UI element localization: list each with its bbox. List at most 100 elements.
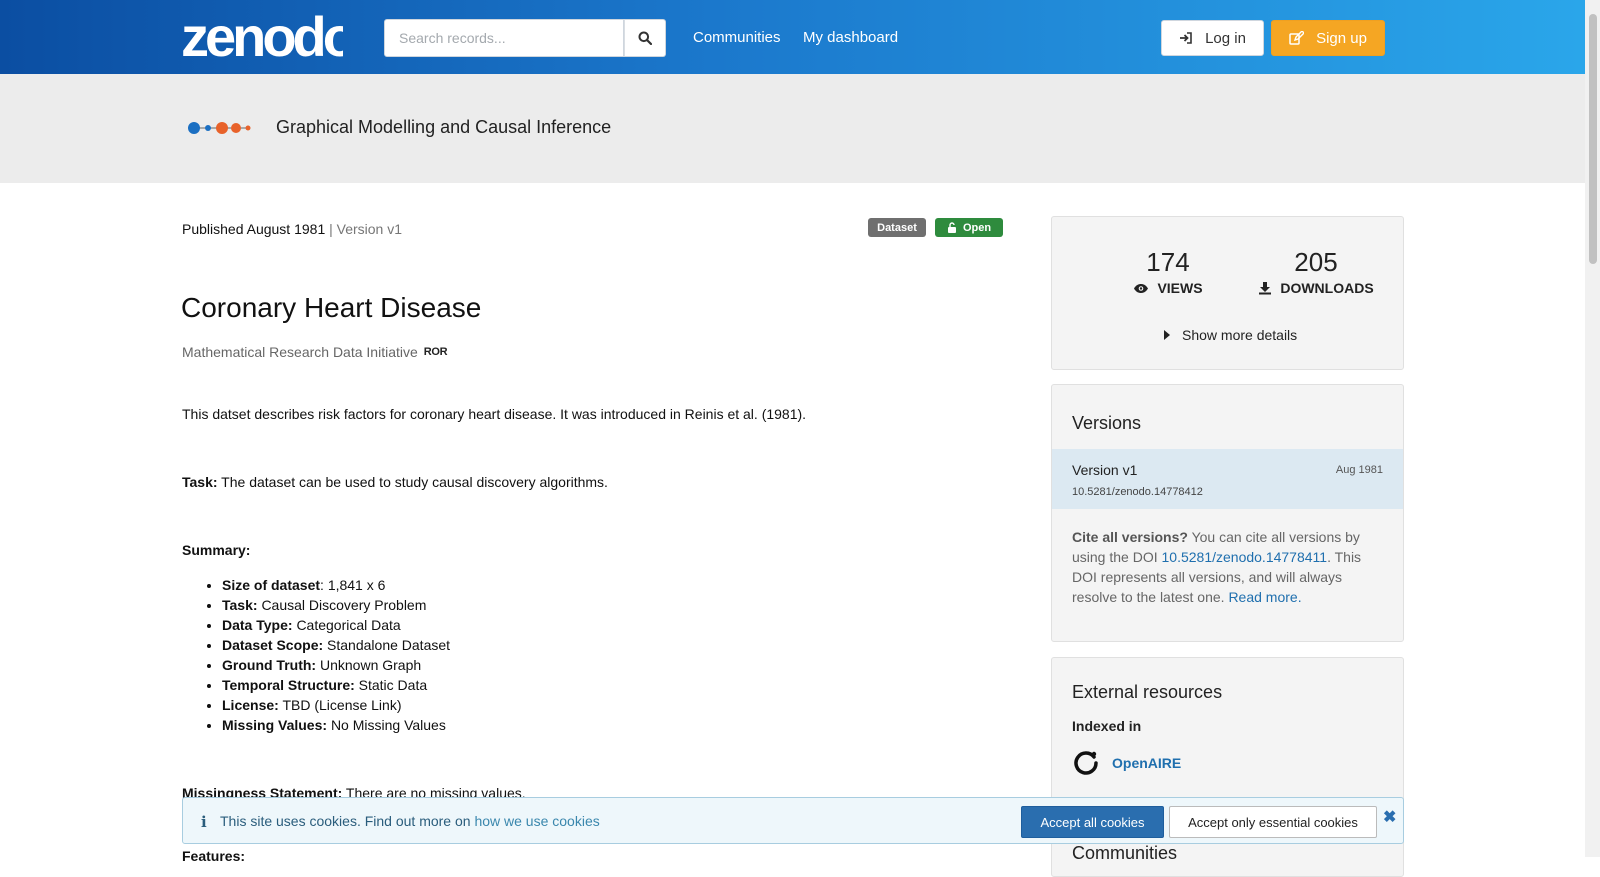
creator[interactable]: Mathematical Research Data Initiative RO… <box>182 344 448 360</box>
versions-heading: Versions <box>1072 413 1142 433</box>
creator-name: Mathematical Research Data Initiative <box>182 344 418 360</box>
unlock-icon <box>947 222 956 233</box>
summary-heading: Summary: <box>182 542 251 558</box>
search-icon <box>638 31 652 45</box>
resource-type-badge: Dataset <box>868 218 926 237</box>
record-title: Coronary Heart Disease <box>181 292 482 323</box>
list-item: Size of dataset: 1,841 x 6 <box>222 575 450 595</box>
accept-essential-cookies-button[interactable]: Accept only essential cookies <box>1169 806 1377 838</box>
edit-icon <box>1289 31 1305 45</box>
openaire-icon <box>1074 751 1098 775</box>
openaire-label: OpenAIRE <box>1112 755 1182 771</box>
scrollbar-thumb[interactable] <box>1589 14 1597 264</box>
access-badge: Open <box>935 218 1003 237</box>
eye-icon <box>1134 283 1149 293</box>
views-label: VIEWS <box>1157 280 1203 296</box>
summary-value: Causal Discovery Problem <box>261 597 427 613</box>
login-button[interactable]: Log in <box>1161 20 1264 56</box>
summary-value: TBD (License Link) <box>282 697 402 713</box>
record-description: This datset describes risk factors for c… <box>182 406 807 422</box>
list-item: License: TBD (License Link) <box>222 695 450 715</box>
version-date: Aug 1981 <box>1335 464 1383 476</box>
show-more-details-toggle[interactable]: Show more details <box>1164 327 1297 343</box>
openaire-link[interactable]: OpenAIRE <box>1072 749 1181 777</box>
close-icon[interactable]: ✖ <box>1383 807 1396 827</box>
task-text: The dataset can be used to study causal … <box>217 474 608 490</box>
community-title[interactable]: Graphical Modelling and Causal Inference <box>276 117 611 138</box>
zenodo-logo[interactable]: zenodo <box>181 6 343 62</box>
version-doi: 10.5281/zenodo.14778412 <box>1072 486 1203 498</box>
concept-doi-link[interactable]: 10.5281/zenodo.14778411 <box>1162 549 1328 565</box>
indexed-in-heading: Indexed in <box>1072 718 1142 734</box>
list-item: Task: Causal Discovery Problem <box>222 595 450 615</box>
community-logo[interactable] <box>186 118 254 138</box>
summary-value: Standalone Dataset <box>327 637 451 653</box>
summary-label: Missing Values: <box>222 717 328 733</box>
download-icon <box>1259 282 1272 295</box>
access-label: Open <box>962 221 992 234</box>
summary-label: License: <box>222 697 279 713</box>
version-name[interactable]: Version v1 <box>1072 462 1137 478</box>
show-more-details-label: Show more details <box>1182 327 1298 343</box>
sign-in-icon <box>1180 32 1192 44</box>
resource-type-label: Dataset <box>877 221 917 234</box>
search-bar <box>384 19 666 57</box>
caret-right-icon <box>1164 330 1170 340</box>
downloads-stat: 205 DOWNLOADS <box>1246 247 1386 296</box>
accept-all-cookies-button[interactable]: Accept all cookies <box>1021 806 1164 838</box>
views-label-row: VIEWS <box>1108 280 1228 296</box>
task-heading: Task: <box>182 474 218 490</box>
publication-info: Published August 1981 | Version v1 <box>182 221 402 237</box>
login-label: Log in <box>1205 29 1246 47</box>
summary-value: Static Data <box>358 677 428 693</box>
cookie-policy-link[interactable]: how we use cookies <box>474 813 599 829</box>
cookie-banner: i This site uses cookies. Find out more … <box>182 797 1404 844</box>
logo-text: zenodo <box>181 6 343 62</box>
stats-panel: 174 VIEWS 205 DOWNLOADS Show more detail… <box>1051 216 1404 370</box>
read-more-link[interactable]: Read more. <box>1228 589 1301 605</box>
community-header: Graphical Modelling and Causal Inference <box>0 74 1585 183</box>
summary-value: 1,841 x 6 <box>327 577 386 593</box>
downloads-label-row: DOWNLOADS <box>1246 280 1386 296</box>
downloads-count: 205 <box>1294 247 1338 277</box>
external-resources-panel: External resources Indexed in OpenAIRE C… <box>1051 657 1404 877</box>
summary-label: Dataset Scope: <box>222 637 324 653</box>
cookie-message: This site uses cookies. Find out more on… <box>220 813 600 829</box>
summary-value: Unknown Graph <box>319 657 422 673</box>
views-stat: 174 VIEWS <box>1108 247 1228 296</box>
summary-list: Size of dataset: 1,841 x 6 Task: Causal … <box>182 575 450 735</box>
search-button[interactable] <box>624 19 666 57</box>
versions-panel: Versions Version v1 Aug 1981 10.5281/zen… <box>1051 384 1404 642</box>
version-item[interactable]: Version v1 Aug 1981 10.5281/zenodo.14778… <box>1052 449 1403 509</box>
page-scrollbar[interactable] <box>1585 0 1600 857</box>
info-icon: i <box>201 813 207 831</box>
list-item: Dataset Scope: Standalone Dataset <box>222 635 450 655</box>
summary-label: Task: <box>222 597 258 613</box>
views-count: 174 <box>1146 247 1190 277</box>
summary-value: Categorical Data <box>296 617 401 633</box>
signup-label: Sign up <box>1316 29 1367 47</box>
task-statement: Task: The dataset can be used to study c… <box>182 474 608 490</box>
summary-value: No Missing Values <box>330 717 446 733</box>
signup-button[interactable]: Sign up <box>1271 20 1385 56</box>
search-input[interactable] <box>384 19 624 57</box>
list-item: Ground Truth: Unknown Graph <box>222 655 450 675</box>
cite-all-versions-note: Cite all versions? You can cite all vers… <box>1072 527 1384 607</box>
version-label: | Version v1 <box>325 221 403 237</box>
summary-label: Temporal Structure: <box>222 677 355 693</box>
summary-label: Size of dataset <box>222 577 321 593</box>
published-date: Published August 1981 <box>182 221 326 237</box>
list-item: Temporal Structure: Static Data <box>222 675 450 695</box>
summary-label: Data Type: <box>222 617 293 633</box>
cite-heading: Cite all versions? <box>1072 529 1188 545</box>
summary-sep: : <box>320 577 328 593</box>
cookie-message-text: This site uses cookies. Find out more on <box>220 813 475 829</box>
communities-heading: Communities <box>1072 843 1178 863</box>
list-item: Missing Values: No Missing Values <box>222 715 450 735</box>
summary-label: Ground Truth: <box>222 657 317 673</box>
nav-communities[interactable]: Communities <box>693 29 781 46</box>
nav-my-dashboard[interactable]: My dashboard <box>803 29 898 46</box>
external-resources-heading: External resources <box>1072 682 1223 702</box>
ror-icon[interactable]: ROR <box>424 346 448 358</box>
features-heading: Features: <box>182 848 246 864</box>
